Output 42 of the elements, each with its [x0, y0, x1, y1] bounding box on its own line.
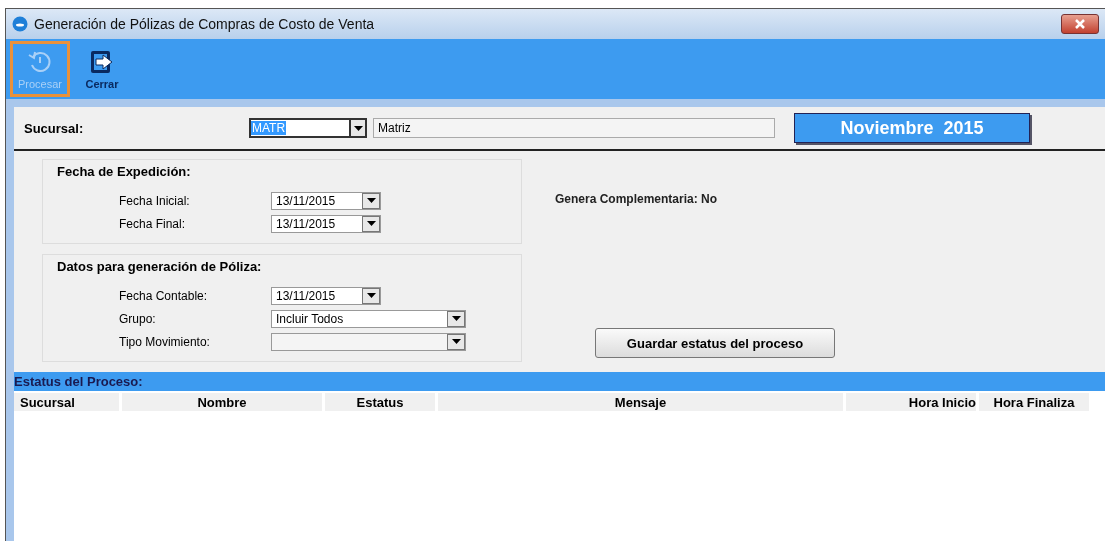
app-icon: [12, 16, 28, 32]
section-title: Fecha de Expedición:: [57, 164, 192, 179]
column-header: Nombre: [122, 393, 322, 411]
dropdown-button[interactable]: [362, 192, 380, 209]
name-field: Matriz: [373, 118, 775, 138]
caret-icon: [366, 198, 376, 203]
toolbar-button[interactable]: Cerrar: [72, 41, 132, 97]
period-banner: Noviembre 2015: [794, 113, 1030, 143]
save-status-button[interactable]: Guardar estatus del proceso: [595, 328, 835, 358]
window-title: Generación de Pólizas de Compras de Costo de Venta: [34, 16, 376, 32]
column-header: Hora Inicio: [846, 393, 976, 411]
date-field[interactable]: 13/11/2015: [271, 214, 381, 233]
dropdown-button[interactable]: [447, 310, 465, 327]
exit-icon: [89, 48, 115, 75]
date-field[interactable]: 13/11/2015: [271, 191, 381, 210]
column-header: Hora Finaliza: [979, 393, 1089, 411]
dropdown-field[interactable]: Incluir Todos: [271, 309, 466, 328]
section-title: Datos para generación de Póliza:: [57, 259, 263, 274]
caret-icon: [451, 339, 461, 344]
caret-icon: [353, 125, 363, 131]
column-header: Mensaje: [438, 393, 843, 411]
caret-icon: [451, 316, 461, 321]
dropdown-button[interactable]: [362, 215, 380, 232]
complementary-status: Genera Complementaria: No: [555, 192, 719, 206]
dropdown-button[interactable]: [362, 287, 380, 304]
field-label: Grupo:: [119, 311, 157, 326]
field-label: Fecha Contable:: [119, 288, 209, 303]
field-label: Fecha Final:: [119, 216, 187, 231]
close-icon: [1074, 19, 1086, 29]
caret-icon: [366, 221, 376, 226]
dropdown-button[interactable]: [349, 118, 367, 138]
field-label: Fecha Inicial:: [119, 193, 191, 208]
field-label: Sucursal:: [24, 120, 85, 136]
date-field[interactable]: 13/11/2015: [271, 286, 381, 305]
status-header: Estatus del Proceso:: [14, 372, 1105, 391]
dropdown-button[interactable]: [447, 333, 465, 350]
column-header: Sucursal: [14, 393, 119, 411]
field-label: Tipo Movimiento:: [119, 334, 211, 349]
caret-icon: [366, 293, 376, 298]
dropdown-field[interactable]: [271, 332, 466, 351]
close-button[interactable]: [1061, 14, 1099, 34]
column-header: Estatus: [325, 393, 435, 411]
